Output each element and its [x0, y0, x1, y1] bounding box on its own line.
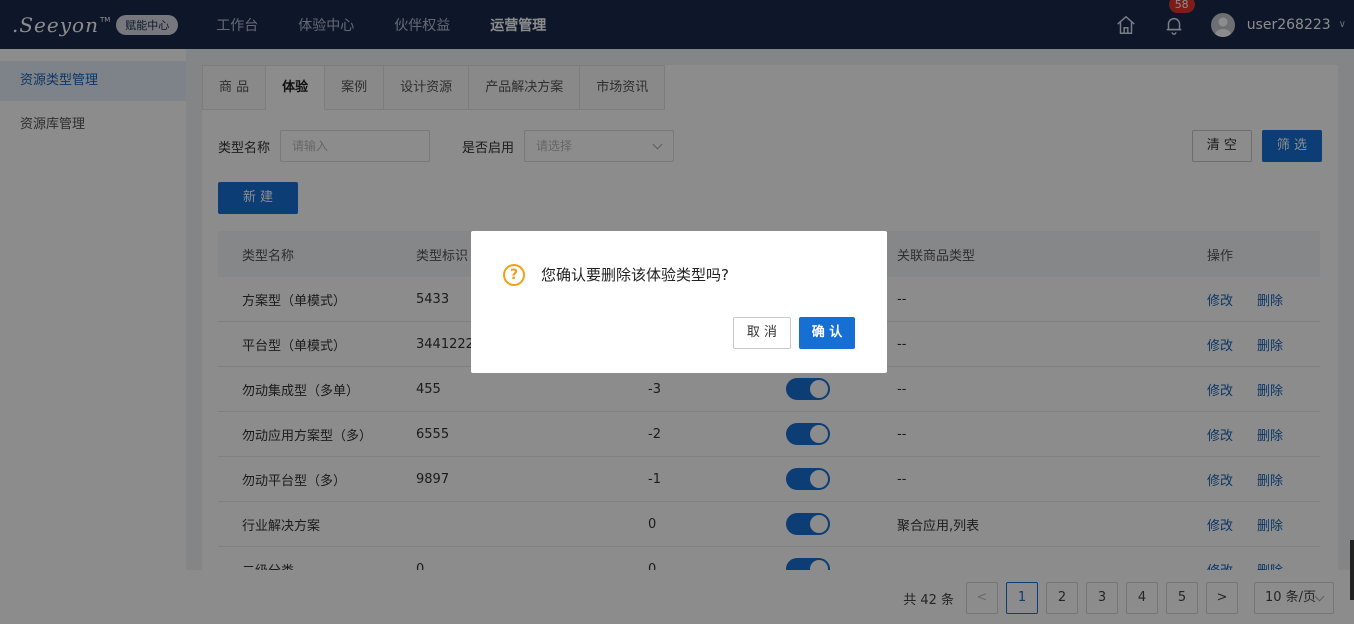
scrollbar[interactable] [1350, 540, 1354, 600]
confirm-message: 您确认要删除该体验类型吗? [541, 266, 729, 284]
confirm-button[interactable]: 确 认 [799, 317, 855, 349]
confirm-dialog: ? 您确认要删除该体验类型吗? 取 消 确 认 [471, 231, 887, 373]
question-icon: ? [503, 264, 525, 286]
cancel-button[interactable]: 取 消 [733, 317, 791, 349]
